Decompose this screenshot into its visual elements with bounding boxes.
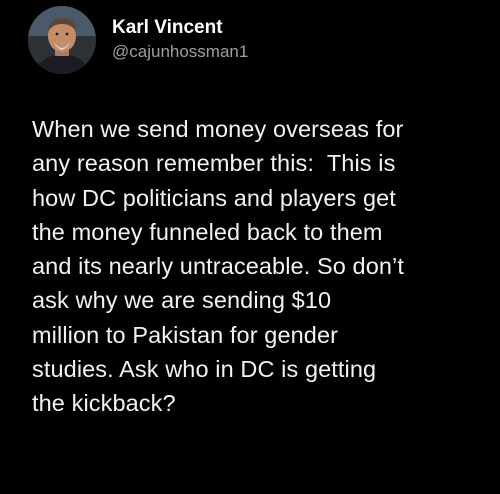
- tweet-text-line: million to Pakistan for gender: [32, 321, 339, 348]
- avatar[interactable]: [28, 6, 96, 74]
- tweet-text-line: how DC politicians and players get: [32, 184, 396, 211]
- author-names: Karl Vincent @cajunhossman1: [112, 16, 248, 64]
- tweet-text-line: any reason remember this: This is: [32, 150, 396, 177]
- display-name[interactable]: Karl Vincent: [112, 16, 248, 40]
- tweet-card: Karl Vincent @cajunhossman1 When we send…: [0, 0, 500, 494]
- tweet-text: When we send money overseas for any reas…: [32, 112, 482, 421]
- tweet-text-line: ask why we are sending $10: [32, 287, 332, 314]
- tweet-text-line: When we send money overseas for: [32, 116, 404, 142]
- tweet-text-line: the kickback?: [32, 390, 176, 417]
- tweet-text-line: studies. Ask who in DC is getting: [32, 356, 377, 383]
- tweet-header: Karl Vincent @cajunhossman1: [28, 6, 248, 74]
- avatar-image: [28, 6, 96, 74]
- tweet-text-line: the money funneled back to them: [32, 218, 383, 245]
- user-handle[interactable]: @cajunhossman1: [112, 40, 248, 64]
- tweet-text-line: and its nearly untraceable. So don’t: [32, 253, 405, 280]
